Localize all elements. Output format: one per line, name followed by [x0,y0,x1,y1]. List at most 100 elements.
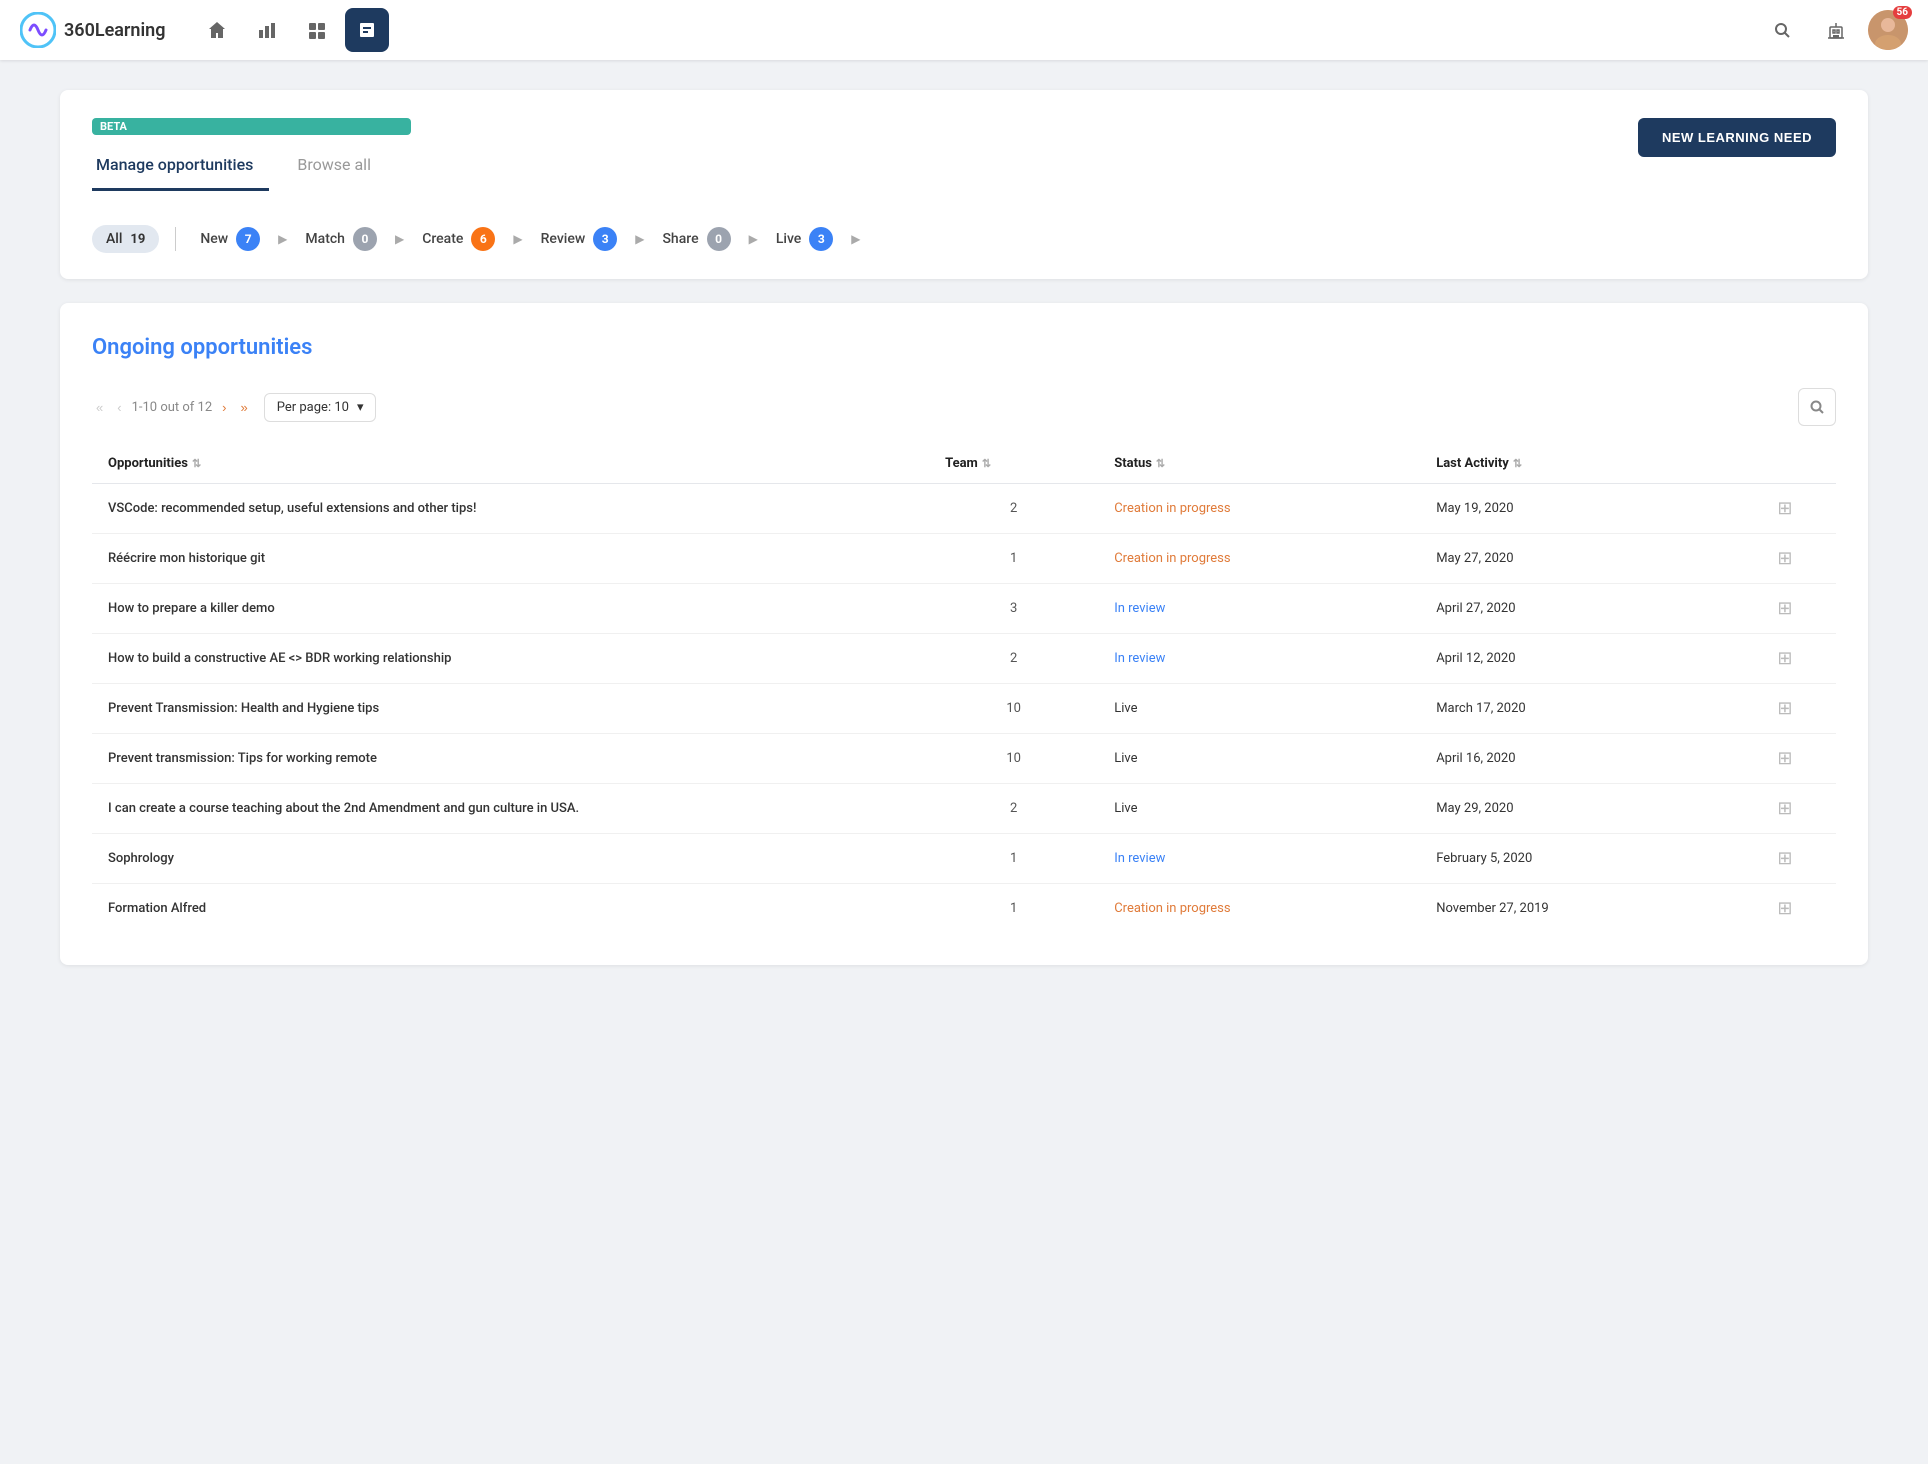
sort-icon: ⇅ [192,457,201,470]
avatar-wrapper[interactable]: 56 [1868,10,1908,50]
tabs-card: BETA Manage opportunities Browse all NEW… [60,90,1868,279]
per-page-label: Per page: 10 [277,400,349,415]
filter-step-share[interactable]: Share0 [654,223,738,255]
sort-icon: ⇅ [1513,457,1522,470]
logo[interactable]: 360Learning [20,12,165,48]
opportunity-last-activity: April 27, 2020 [1420,584,1734,634]
opportunity-status: Creation in progress [1098,884,1420,934]
tab-browse[interactable]: Browse all [293,147,387,191]
table-row: Formation Alfred1Creation in progressNov… [92,884,1836,934]
filter-arrow-live[interactable]: ▶ [845,228,866,250]
opportunity-action[interactable]: ⊞ [1734,584,1836,634]
new-learning-need-button[interactable]: NEW LEARNING NEED [1638,118,1836,157]
per-page-select[interactable]: Per page: 10 ▾ [264,393,377,422]
opportunity-last-activity: March 17, 2020 [1420,684,1734,734]
navbar: 360Learning [0,0,1928,60]
filter-label-share: Share [662,231,698,247]
puzzle-icon[interactable]: ⊞ [1777,898,1792,919]
puzzle-icon[interactable]: ⊞ [1777,598,1792,619]
courses-nav-btn[interactable] [345,8,389,52]
table-search-btn[interactable] [1798,388,1836,426]
building-nav-btn[interactable] [1814,8,1858,52]
opportunity-team: 1 [929,834,1098,884]
opportunity-team: 2 [929,634,1098,684]
page-prev-btn[interactable]: ‹ [113,398,125,417]
opportunity-last-activity: April 12, 2020 [1420,634,1734,684]
opportunity-action[interactable]: ⊞ [1734,684,1836,734]
filter-step-review[interactable]: Review3 [533,223,626,255]
opportunity-action[interactable]: ⊞ [1734,484,1836,534]
filter-divider [175,227,176,251]
table-card: Ongoing opportunities « ‹ 1-10 out of 12… [60,303,1868,965]
filter-step-create[interactable]: Create6 [414,223,503,255]
logo-icon [20,12,56,48]
puzzle-icon[interactable]: ⊞ [1777,748,1792,769]
opportunity-action[interactable]: ⊞ [1734,884,1836,934]
filter-label-match: Match [305,231,345,247]
search-nav-icon [1773,21,1791,39]
opportunity-name[interactable]: How to build a constructive AE <> BDR wo… [92,634,929,684]
opportunity-name[interactable]: VSCode: recommended setup, useful extens… [92,484,929,534]
filter-arrow-create[interactable]: ▶ [507,228,528,250]
logo-text: 360Learning [64,20,165,41]
col-header-last_activity[interactable]: Last Activity⇅ [1420,444,1734,484]
search-nav-btn[interactable] [1760,8,1804,52]
opportunity-last-activity: May 27, 2020 [1420,534,1734,584]
opportunity-name[interactable]: How to prepare a killer demo [92,584,929,634]
filter-arrow-review[interactable]: ▶ [629,228,650,250]
page-first-btn[interactable]: « [92,398,107,417]
filter-arrow-match[interactable]: ▶ [389,228,410,250]
puzzle-icon[interactable]: ⊞ [1777,698,1792,719]
opportunity-last-activity: May 29, 2020 [1420,784,1734,834]
col-header-team[interactable]: Team⇅ [929,444,1098,484]
notification-badge: 56 [1893,6,1912,19]
opportunity-name[interactable]: Sophrology [92,834,929,884]
page-last-btn[interactable]: » [237,398,252,417]
opportunity-action[interactable]: ⊞ [1734,634,1836,684]
filter-label-new: New [200,231,228,247]
col-header-action [1734,444,1836,484]
tab-manage[interactable]: Manage opportunities [92,147,269,191]
puzzle-icon[interactable]: ⊞ [1777,798,1792,819]
sort-icon: ⇅ [1156,457,1165,470]
tabs-nav: Manage opportunities Browse all [92,147,411,191]
col-header-status[interactable]: Status⇅ [1098,444,1420,484]
pages-nav-btn[interactable] [295,8,339,52]
filter-step-new[interactable]: New7 [192,223,268,255]
analytics-nav-btn[interactable] [245,8,289,52]
puzzle-icon[interactable]: ⊞ [1777,648,1792,669]
opportunity-action[interactable]: ⊞ [1734,834,1836,884]
filter-arrow-new[interactable]: ▶ [272,228,293,250]
opportunity-action[interactable]: ⊞ [1734,784,1836,834]
opportunity-name[interactable]: I can create a course teaching about the… [92,784,929,834]
beta-badge: BETA [92,118,411,135]
opportunity-team: 3 [929,584,1098,634]
filter-all[interactable]: All 19 [92,225,159,253]
filter-step-match[interactable]: Match0 [297,223,385,255]
opportunity-status: In review [1098,584,1420,634]
opportunity-name[interactable]: Formation Alfred [92,884,929,934]
tabs-left: BETA Manage opportunities Browse all [92,118,411,191]
page-next-btn[interactable]: › [218,398,230,417]
filter-all-count: 19 [130,232,145,247]
table-row: I can create a course teaching about the… [92,784,1836,834]
filter-all-label: All [106,231,122,247]
search-table-icon [1809,399,1825,415]
opportunity-action[interactable]: ⊞ [1734,734,1836,784]
opportunity-name[interactable]: Réécrire mon historique git [92,534,929,584]
filter-step-live[interactable]: Live3 [768,223,841,255]
opportunity-status: Creation in progress [1098,534,1420,584]
opportunity-name[interactable]: Prevent Transmission: Health and Hygiene… [92,684,929,734]
puzzle-icon[interactable]: ⊞ [1777,548,1792,569]
opportunity-last-activity: November 27, 2019 [1420,884,1734,934]
home-nav-btn[interactable] [195,8,239,52]
pagination-info: 1-10 out of 12 [132,400,213,415]
puzzle-icon[interactable]: ⊞ [1777,848,1792,869]
chart-icon [257,20,277,40]
puzzle-icon[interactable]: ⊞ [1777,498,1792,519]
filter-arrow-share[interactable]: ▶ [743,228,764,250]
col-header-name[interactable]: Opportunities⇅ [92,444,929,484]
opportunity-name[interactable]: Prevent transmission: Tips for working r… [92,734,929,784]
building-icon [1827,21,1845,39]
opportunity-action[interactable]: ⊞ [1734,534,1836,584]
